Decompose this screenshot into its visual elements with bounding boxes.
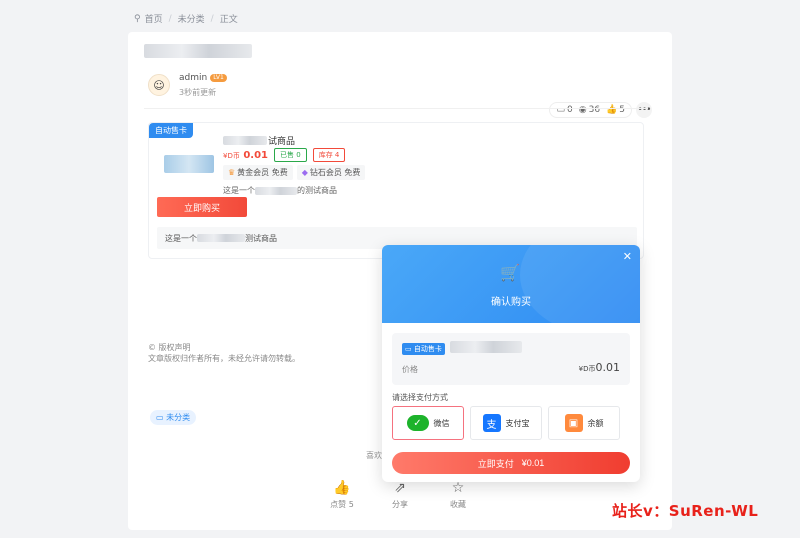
- breadcrumb-current: 正文: [219, 15, 238, 25]
- share-icon: ⇗: [394, 480, 406, 496]
- thumbs-up-icon: 👍: [606, 105, 618, 115]
- price-label: 价格: [402, 365, 418, 374]
- diamond-member-price: ◆ 钻石会员 免费: [296, 165, 366, 180]
- product-card: 自动售卡 试商品 ¥D币 0.01 已售 0 库存 4 ♛ 黄金会员 免费 ◆ 钻石…: [148, 122, 644, 259]
- product-price: ¥D币 0.01: [223, 149, 269, 161]
- pay-balance-option[interactable]: ▣ 余额: [548, 406, 620, 440]
- article-title-blurred: [144, 44, 252, 58]
- blurred-text: [255, 186, 297, 195]
- order-summary: ▭ 自动售卡 价格 ¥D币0.01: [392, 333, 630, 385]
- cart-icon: 🛒: [500, 263, 520, 282]
- view-count: ◉ 36: [578, 105, 601, 115]
- reward-text: 喜欢: [366, 451, 382, 460]
- article-stats: ▭ 0 ◉ 36 👍 5: [549, 102, 632, 118]
- copyright-title: © 版权声明: [148, 343, 191, 352]
- pay-methods: ✓ 微信 支 支付宝 ▣ 余额: [392, 406, 620, 440]
- pay-alipay-option[interactable]: 支 支付宝: [470, 406, 542, 440]
- blurred-text: [223, 136, 267, 145]
- updated-time: 3秒前更新: [179, 88, 217, 97]
- product-thumbnail[interactable]: [164, 155, 214, 173]
- location-pin-icon: ⚲: [134, 13, 141, 24]
- member-prices: ♛ 黄金会员 免费 ◆ 钻石会员 免费: [223, 165, 366, 180]
- author-info: admin LV1: [179, 73, 227, 83]
- eye-icon: ◉: [578, 105, 587, 115]
- more-options-button[interactable]: •••: [636, 102, 652, 118]
- stock-badge: 库存 4: [312, 148, 346, 162]
- pay-now-button[interactable]: 立即支付 ¥0.01: [392, 452, 630, 474]
- breadcrumb-home[interactable]: 首页: [145, 12, 163, 25]
- alipay-icon: 支: [482, 414, 501, 432]
- folder-icon: ▭: [156, 413, 164, 422]
- sold-badge: 已售 0: [274, 148, 307, 162]
- level-badge: LV1: [210, 74, 227, 82]
- buy-now-button[interactable]: 立即购买: [157, 197, 247, 217]
- diamond-icon: ◆: [301, 168, 308, 177]
- article-actions: 👍 点赞 5 ⇗ 分享 ☆ 收藏: [328, 480, 472, 510]
- breadcrumb: ⚲ 首页 / 未分类 / 正文: [134, 12, 238, 26]
- divider: [144, 108, 648, 109]
- copyright-text: 文章版权归作者所有，未经允许请勿转载。: [148, 354, 300, 363]
- modal-header: ✕ 🛒 确认购买: [382, 245, 640, 323]
- price-row: ¥D币 0.01 已售 0 库存 4: [223, 148, 346, 162]
- thumbs-up-icon: 👍: [333, 480, 351, 496]
- breadcrumb-separator: /: [210, 13, 214, 24]
- crown-icon: ♛: [228, 168, 236, 177]
- auto-card-badge: ▭ 自动售卡: [402, 343, 445, 355]
- like-count[interactable]: 👍 5: [606, 105, 625, 115]
- modal-title: 确认购买: [491, 297, 531, 308]
- comment-count[interactable]: ▭ 0: [556, 105, 572, 115]
- comment-icon: ▭: [556, 105, 565, 115]
- blurred-product-name: [450, 341, 522, 353]
- blurred-text: [197, 234, 245, 242]
- order-price: ¥D币0.01: [578, 361, 620, 374]
- breadcrumb-separator: /: [168, 13, 172, 24]
- product-name: 试商品: [223, 134, 295, 147]
- avatar[interactable]: ☺: [148, 74, 170, 96]
- copyright-notice: © 版权声明 文章版权归作者所有，未经允许请勿转载。: [148, 342, 300, 364]
- watermark-text: 站长v：SuRen-WL: [612, 502, 759, 520]
- wechat-icon: ✓: [406, 415, 429, 431]
- category-tag[interactable]: ▭ 未分类: [150, 410, 197, 425]
- author-name[interactable]: admin: [179, 73, 207, 83]
- close-icon[interactable]: ✕: [623, 250, 632, 263]
- favorite-button[interactable]: ☆ 收藏: [444, 480, 472, 510]
- pay-wechat-option[interactable]: ✓ 微信: [392, 406, 464, 440]
- gold-member-price: ♛ 黄金会员 免费: [223, 165, 293, 180]
- wallet-icon: ▣: [564, 414, 583, 432]
- like-button[interactable]: 👍 点赞 5: [328, 480, 356, 510]
- pay-method-label: 请选择支付方式: [392, 393, 448, 402]
- purchase-modal: ✕ 🛒 确认购买 ▭ 自动售卡 价格 ¥D币0.01 请选择支付方式 ✓ 微信 …: [382, 245, 640, 482]
- star-icon: ☆: [451, 480, 465, 496]
- share-button[interactable]: ⇗ 分享: [386, 480, 414, 510]
- product-desc: 这是一个 的测试商品: [223, 186, 337, 195]
- auto-card-badge: 自动售卡: [149, 123, 193, 138]
- breadcrumb-category[interactable]: 未分类: [178, 12, 205, 25]
